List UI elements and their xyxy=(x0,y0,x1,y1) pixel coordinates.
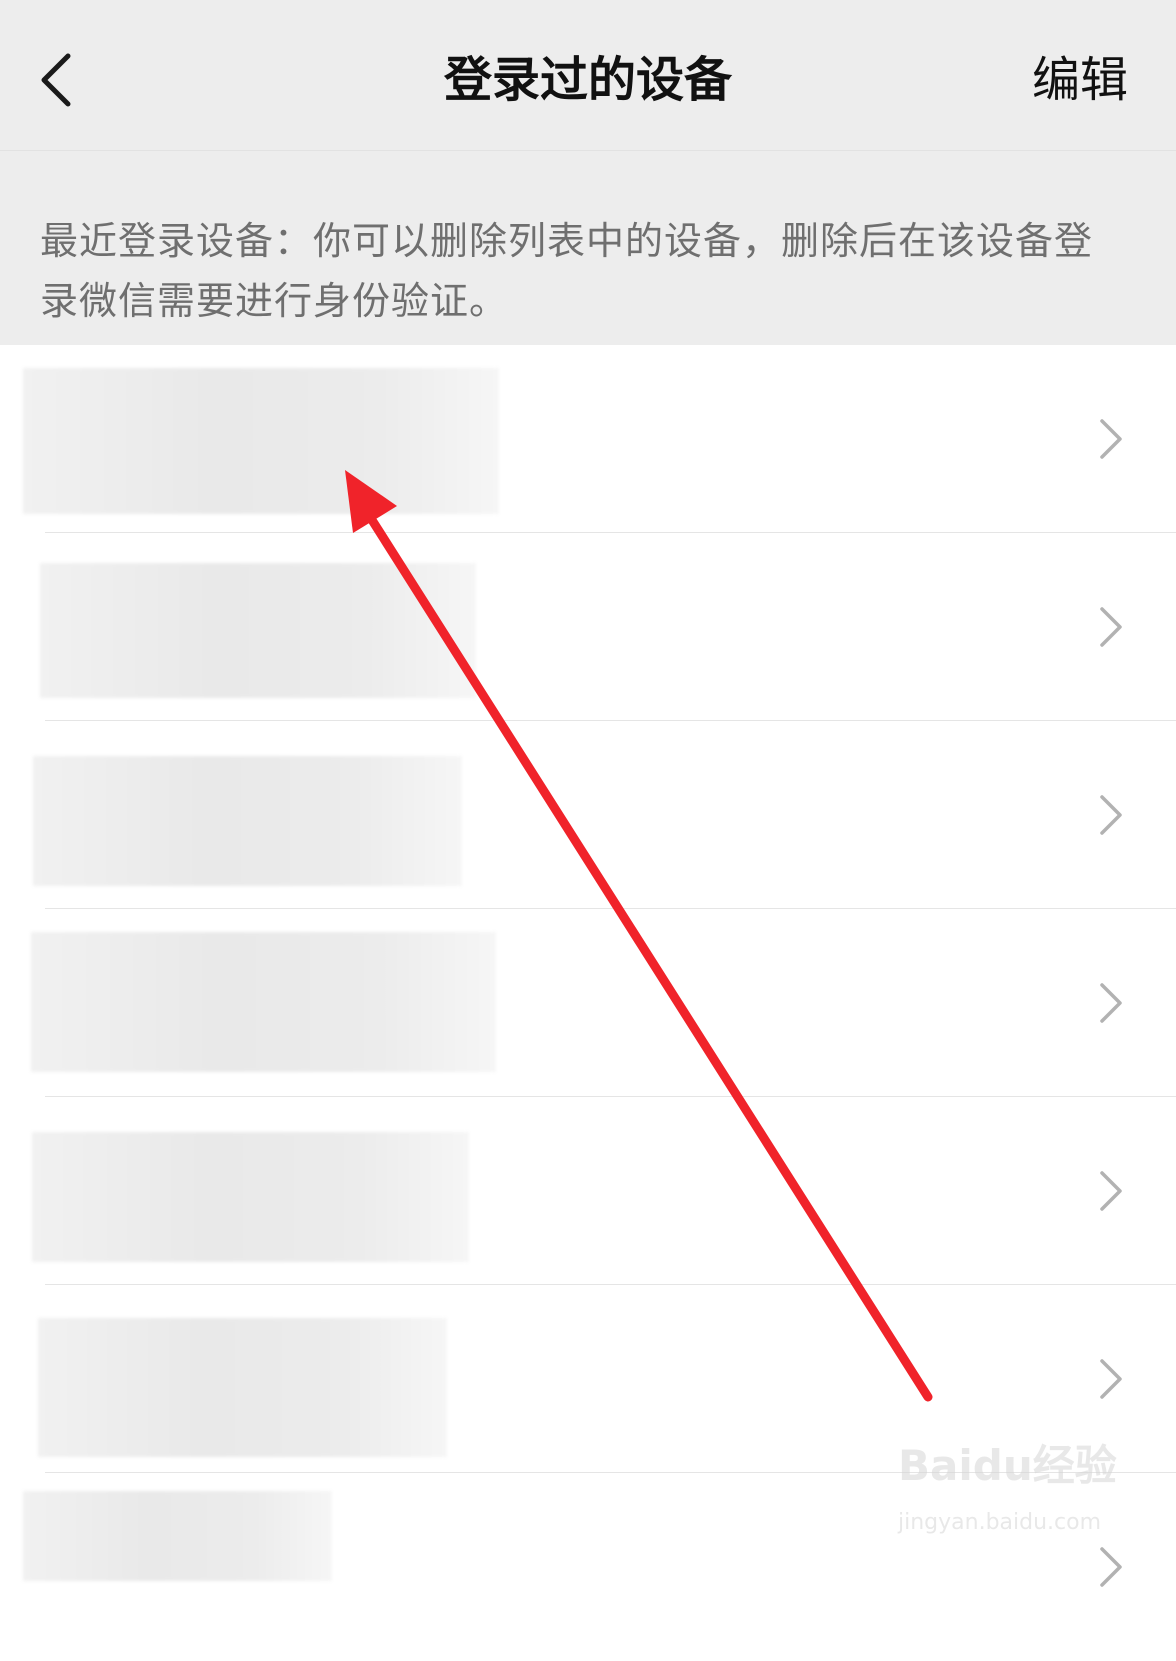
chevron-right-icon xyxy=(1096,1169,1126,1213)
device-list-item[interactable] xyxy=(0,909,1176,1097)
chevron-right-icon xyxy=(1096,793,1126,837)
chevron-right-icon xyxy=(1096,981,1126,1025)
watermark-brand: Baidu经验 xyxy=(898,1441,1117,1490)
page-title: 登录过的设备 xyxy=(443,52,732,108)
chevron-right-icon xyxy=(1096,1545,1126,1589)
chevron-right-icon xyxy=(1096,417,1126,461)
redacted-device-name xyxy=(33,756,462,886)
device-list-item[interactable] xyxy=(0,345,1176,533)
chevron-right-icon xyxy=(1096,605,1126,649)
redacted-device-name xyxy=(23,1491,332,1581)
device-list-item[interactable] xyxy=(0,1097,1176,1285)
device-list xyxy=(0,345,1176,1587)
chevron-right-icon xyxy=(1096,1357,1126,1401)
watermark: Baidu经验 jingyan.baidu.com xyxy=(898,1438,1138,1548)
navigation-bar: 登录过的设备 编辑 xyxy=(0,0,1176,151)
device-list-item[interactable] xyxy=(0,721,1176,909)
notice-text: 最近登录设备：你可以删除列表中的设备，删除后在该设备登录微信需要进行身份验证。 xyxy=(40,219,1094,323)
redacted-device-name xyxy=(31,932,496,1072)
redacted-device-name xyxy=(23,368,499,514)
watermark-url: jingyan.baidu.com xyxy=(898,1510,1102,1535)
device-list-item[interactable] xyxy=(0,533,1176,721)
edit-button[interactable]: 编辑 xyxy=(1032,50,1128,110)
redacted-device-name xyxy=(40,563,476,698)
notice-section: 最近登录设备：你可以删除列表中的设备，删除后在该设备登录微信需要进行身份验证。 xyxy=(0,151,1176,345)
redacted-device-name xyxy=(38,1318,447,1457)
redacted-device-name xyxy=(32,1132,469,1262)
